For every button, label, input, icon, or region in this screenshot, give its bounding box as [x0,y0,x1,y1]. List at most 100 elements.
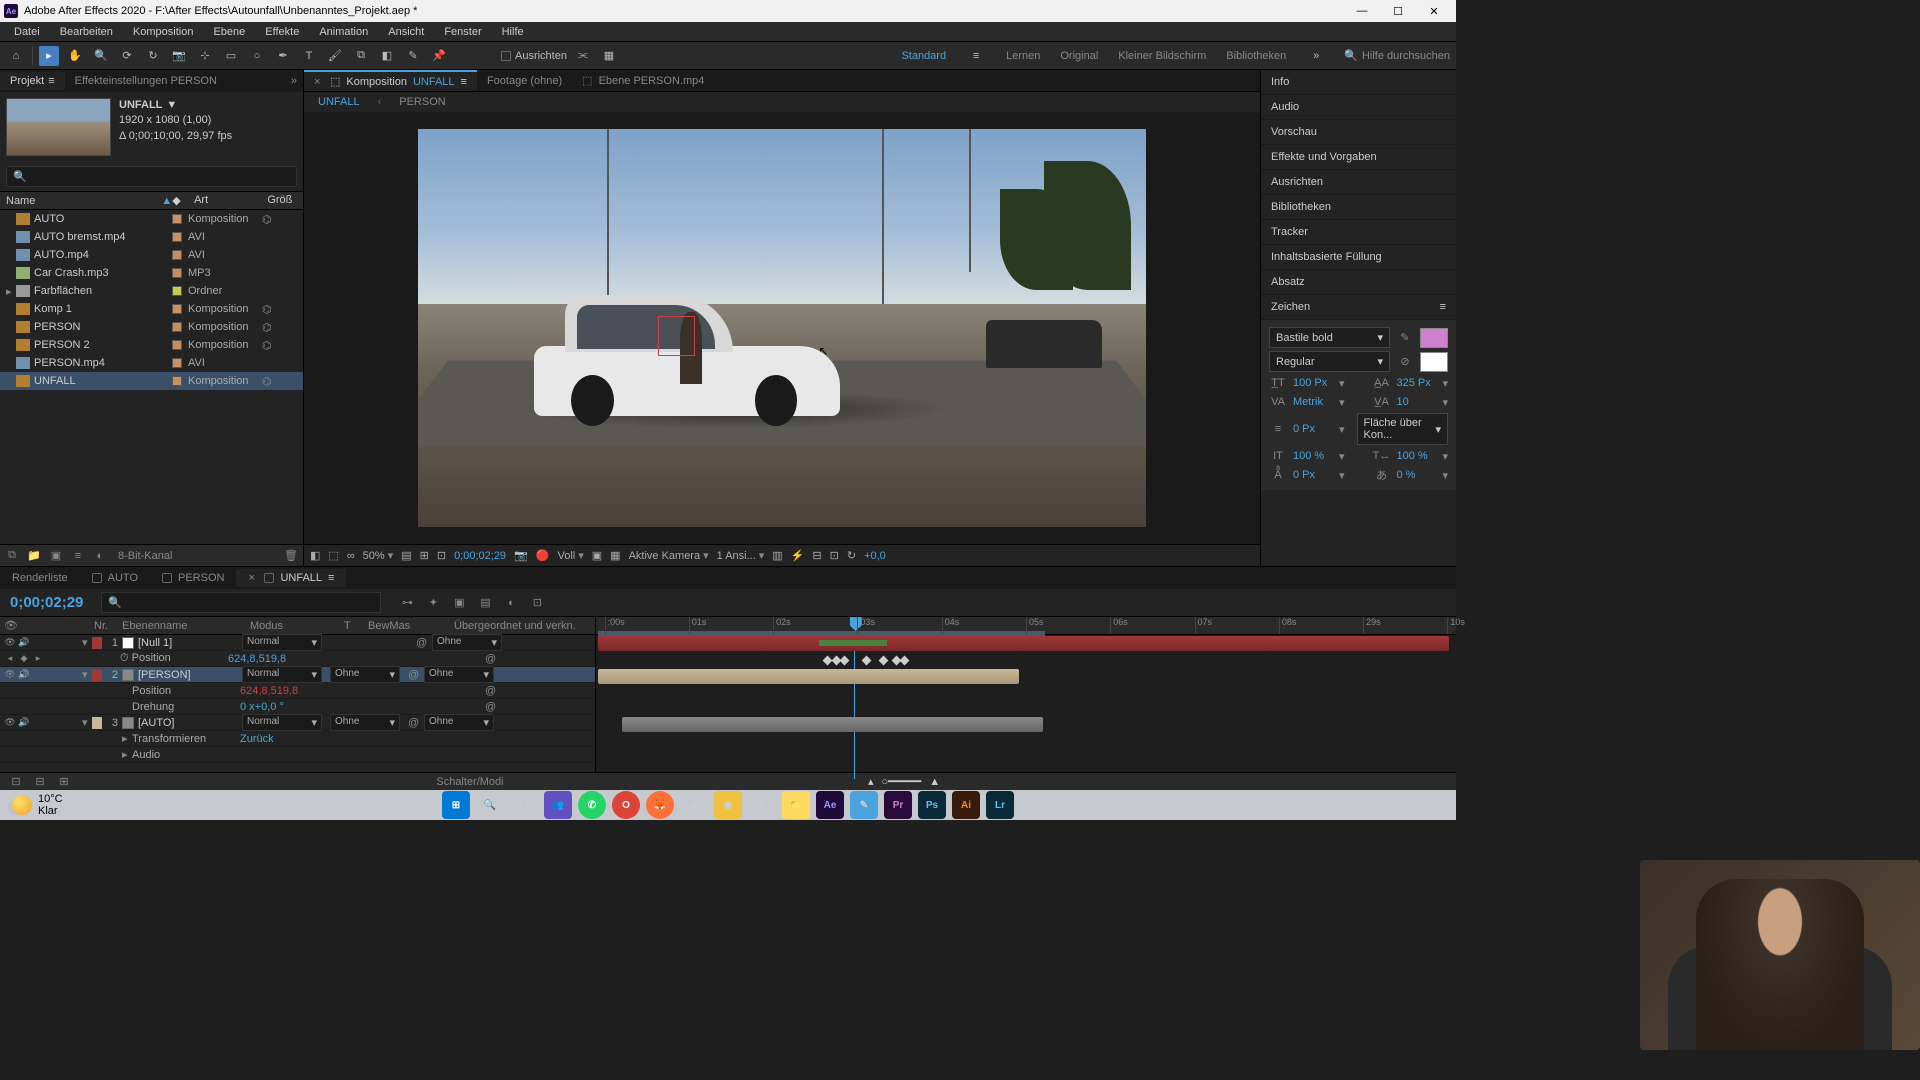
comp-flowchart-button[interactable]: ⊡ [830,549,839,562]
res-select[interactable]: ▤ [401,549,411,562]
projekt-tab[interactable]: Projekt≡ [0,72,65,90]
tl-in-out-button[interactable]: ⊞ [54,772,74,792]
lock-icon[interactable]: ⬚ [330,75,340,88]
app-icon-2[interactable]: ◉ [714,791,742,819]
delete-button[interactable]: 🗑 [283,548,299,564]
col-grob[interactable]: Größ [267,194,297,207]
panel-vorschau[interactable]: Vorschau [1261,120,1456,145]
eraser-tool[interactable]: ◧ [377,46,397,66]
snap-pixel-icon[interactable]: ▦ [599,46,619,66]
ae-taskbar-icon[interactable]: Ae [816,791,844,819]
comp-tab-komp[interactable]: × ⬚ Komposition UNFALL ≡ [304,70,477,91]
ws-original[interactable]: Original [1060,50,1098,62]
pixel-aspect-button[interactable]: ▥ [772,549,782,562]
bit-depth-label[interactable]: 8-Bit-Kanal [118,550,172,562]
exposure-value[interactable]: +0,0 [864,550,886,562]
no-stroke-icon[interactable]: ⊘ [1396,354,1414,370]
tl-tab-render[interactable]: Renderliste [0,569,80,587]
project-row[interactable]: Car Crash.mp3 MP3 [0,264,303,282]
timeline-button[interactable]: ⊟ [812,549,821,562]
timeline-property-row[interactable]: Drehung 0 x+0,0 ° @ [0,699,595,715]
roi-toggle[interactable]: ▣ [592,549,602,562]
vscale-value[interactable]: 100 % [1293,450,1333,462]
effekt-tab[interactable]: Effekteinstellungen PERSON [65,72,227,90]
tl-tree-button[interactable]: ⊶ [397,593,417,613]
comp-tab-footage[interactable]: Footage (ohne) [477,72,572,90]
eyedropper-icon[interactable]: ✎ [1396,330,1414,346]
timeline-timecode[interactable]: 0;00;02;29 [0,594,93,611]
ws-kleiner[interactable]: Kleiner Bildschirm [1118,50,1206,62]
viewer-timecode[interactable]: 0;00;02;29 [454,550,506,562]
home-button[interactable]: ⌂ [6,46,26,66]
zoom-dropdown[interactable]: 50%▾ [363,549,394,562]
menu-hilfe[interactable]: Hilfe [492,24,534,40]
interpret-button[interactable]: ⧉ [4,548,20,564]
col-art[interactable]: Art [194,194,267,207]
rectangle-tool[interactable]: ▭ [221,46,241,66]
camera-tool[interactable]: 📷 [169,46,189,66]
panel-info[interactable]: Info [1261,70,1456,95]
project-row[interactable]: Komp 1 Komposition ⌬ [0,300,303,318]
snapshot-button[interactable]: 📷 [514,549,528,562]
project-row[interactable]: PERSON.mp4 AVI [0,354,303,372]
menu-ebene[interactable]: Ebene [203,24,255,40]
tl-composite-button[interactable]: ✦ [423,593,443,613]
comp-viewer[interactable]: ↖ [304,112,1260,544]
tl-tab-person[interactable]: PERSON [150,569,236,587]
help-search[interactable]: 🔍 Hilfe durchsuchen [1344,49,1450,62]
ws-biblio[interactable]: Bibliotheken [1226,50,1286,62]
timeline-search[interactable]: 🔍 [101,592,381,613]
maximize-button[interactable]: ☐ [1380,0,1416,22]
hand-tool[interactable]: ✋ [65,46,85,66]
hamburger-icon[interactable]: ≡ [1440,301,1446,313]
task-view-button[interactable]: ▢ [510,791,538,819]
ws-menu-icon[interactable]: ≡ [966,46,986,66]
keyframe[interactable] [878,656,888,666]
obs-icon[interactable]: ⚙ [748,791,776,819]
track-null1[interactable] [598,636,1449,651]
baseline-value[interactable]: 0 Px [1293,469,1333,481]
project-row[interactable]: UNFALL Komposition ⌬ [0,372,303,390]
project-row[interactable]: PERSON 2 Komposition ⌬ [0,336,303,354]
keyframe[interactable] [900,656,910,666]
pen-tool[interactable]: ✒ [273,46,293,66]
resolution-dropdown[interactable]: Voll▾ [557,549,583,562]
panel-bibliotheken[interactable]: Bibliotheken [1261,195,1456,220]
project-row[interactable]: AUTO.mp4 AVI [0,246,303,264]
project-thumbnail[interactable] [6,98,111,156]
timeline-property-row[interactable]: ◂◆▸ ⏱ Position 624,8,519,8 @ [0,651,595,667]
project-search[interactable]: 🔍 [6,166,297,187]
puppet-tool[interactable]: 📌 [429,46,449,66]
alpha-toggle[interactable]: ◧ [310,549,320,562]
stroke-color-swatch[interactable] [1420,352,1448,372]
menu-komposition[interactable]: Komposition [123,24,204,40]
keyframe[interactable] [840,656,850,666]
timeline-ruler[interactable]: :00s01s02s03s04s05s06s07s08s29s10s [596,617,1456,635]
selection-tool[interactable]: ▸ [39,46,59,66]
adjust-button[interactable]: ◐ [92,548,108,564]
menu-effekte[interactable]: Effekte [255,24,309,40]
tl-graph-button[interactable]: ⊡ [527,593,547,613]
start-button[interactable]: ⊞ [442,791,470,819]
tsume-value[interactable]: 0 % [1396,469,1436,481]
ps-taskbar-icon[interactable]: Ps [918,791,946,819]
menu-ansicht[interactable]: Ansicht [378,24,434,40]
zoom-slider[interactable]: ○━━━━━ [882,775,922,788]
app-icon-3[interactable]: ✎ [850,791,878,819]
pr-taskbar-icon[interactable]: Pr [884,791,912,819]
brush-tool[interactable]: 🖌 [325,46,345,66]
teams-icon[interactable]: 👥 [544,791,572,819]
kerning-value[interactable]: Metrik [1293,396,1333,408]
reset-exposure-button[interactable]: ↻ [847,549,856,562]
close-icon[interactable]: × [248,572,258,584]
whatsapp-icon[interactable]: ✆ [578,791,606,819]
panel-ausrichten[interactable]: Ausrichten [1261,170,1456,195]
ausrichten-checkbox[interactable]: Ausrichten [501,50,567,62]
stroke-width-value[interactable]: 0 Px [1293,423,1333,435]
project-row[interactable]: ▸ Farbflächen Ordner [0,282,303,300]
menu-datei[interactable]: Datei [4,24,50,40]
rotate-tool[interactable]: ↻ [143,46,163,66]
timeline-property-row[interactable]: ▸ Audio [0,747,595,763]
guide-toggle[interactable]: ⊡ [437,549,446,562]
ws-standard[interactable]: Standard [901,50,946,62]
